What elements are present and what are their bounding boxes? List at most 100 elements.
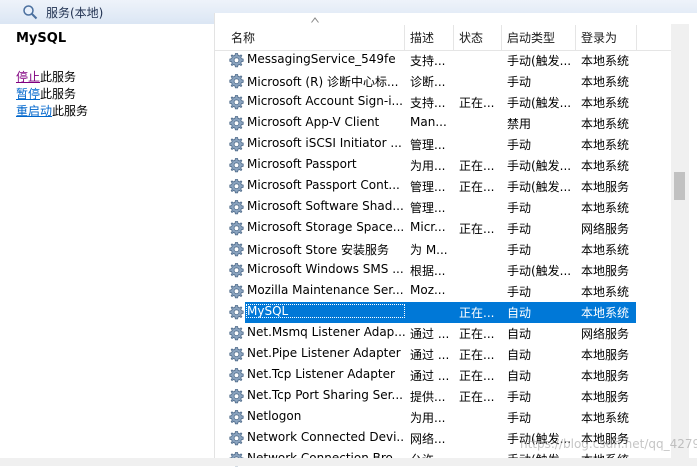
service-name: Microsoft Storage Space... (247, 220, 405, 234)
service-startup-type: 手动 (507, 222, 532, 236)
service-gear-icon (229, 263, 244, 278)
service-logon-as: 本地系统 (581, 96, 630, 110)
service-gear-icon (229, 326, 244, 341)
column-divider[interactable] (453, 25, 454, 50)
service-description: 通过 ... (410, 348, 450, 362)
service-logon-as: 本地系统 (581, 285, 630, 299)
service-description: 支持... (410, 96, 446, 110)
service-logon-as: 本地系统 (581, 138, 630, 152)
service-name: Net.Msmq Listener Adap... (247, 325, 405, 339)
service-logon-as: 本地服务 (581, 180, 630, 194)
service-logon-as: 本地系统 (581, 159, 630, 173)
service-description: 为用... (410, 411, 446, 425)
service-row[interactable]: Net.Tcp Port Sharing Ser... 提供... 正在... 手动 本… (215, 386, 672, 407)
service-gear-icon (229, 284, 244, 299)
service-logon-as: 网络服务 (581, 222, 630, 236)
stop-service-link[interactable]: 停止 (16, 70, 40, 84)
column-header-name[interactable]: 名称 (231, 29, 255, 46)
scrollbar-thumb[interactable] (674, 172, 685, 200)
service-description: 管理... (410, 201, 446, 215)
service-status: 正在... (459, 348, 495, 362)
service-name: Microsoft App-V Client (247, 115, 380, 129)
service-status: 正在... (459, 306, 495, 320)
service-row[interactable]: Mozilla Maintenance Ser... Moz... 手动 本地系统 (215, 281, 672, 302)
column-header-logon-as[interactable]: 登录为 (581, 29, 617, 46)
service-gear-icon (229, 368, 244, 383)
service-startup-type: 自动 (507, 306, 532, 320)
service-row[interactable]: Net.Pipe Listener Adapter 通过 ... 正在... 自动 本地… (215, 344, 672, 365)
column-divider[interactable] (636, 25, 637, 50)
column-header-row: 名称 描述 状态 启动类型 登录为 (215, 13, 672, 51)
service-name: Microsoft Passport (247, 157, 357, 171)
service-name: Microsoft Store 安装服务 (247, 243, 389, 257)
service-row[interactable]: Microsoft (R) 诊断中心标... 诊断... 手动 本地系统 (215, 71, 672, 92)
service-row[interactable]: Net.Msmq Listener Adap... 通过 ... 正在... 自动 网络… (215, 323, 672, 344)
service-startup-type: 手动(触发... (507, 96, 572, 110)
column-divider[interactable] (575, 25, 576, 50)
service-row[interactable]: MessagingService_549fe 支持... 手动(触发... 本地系统 (215, 50, 672, 71)
service-logon-as: 本地系统 (581, 75, 630, 89)
service-logon-as: 本地服务 (581, 390, 630, 404)
service-gear-icon (229, 53, 244, 68)
column-header-startup-type[interactable]: 启动类型 (507, 29, 555, 46)
column-divider[interactable] (404, 25, 405, 50)
service-row[interactable]: Microsoft Passport 为用... 正在... 手动(触发... 本地系统 (215, 155, 672, 176)
service-status: 正在... (459, 390, 495, 404)
service-name: Microsoft Software Shad... (247, 199, 404, 213)
service-row[interactable]: Microsoft iSCSI Initiator ... 管理... 手动 本地系统 (215, 134, 672, 155)
service-row[interactable]: Microsoft Passport Cont... 管理... 正在... 手动(触… (215, 176, 672, 197)
service-gear-icon (229, 116, 244, 131)
service-logon-as: 本地服务 (581, 348, 630, 362)
service-name: Net.Tcp Listener Adapter (247, 367, 395, 381)
restart-service-action: 重启动此服务 (16, 102, 88, 119)
service-name: Mozilla Maintenance Ser... (247, 283, 404, 297)
pause-service-link[interactable]: 暂停 (16, 87, 40, 101)
sort-ascending-icon (311, 17, 319, 23)
service-gear-icon (229, 347, 244, 362)
restart-service-link[interactable]: 重启动 (16, 104, 52, 118)
service-startup-type: 禁用 (507, 117, 532, 131)
service-logon-as: 本地系统 (581, 201, 630, 215)
service-row[interactable]: Net.Tcp Listener Adapter 通过 ... 正在... 自动 本地服… (215, 365, 672, 386)
pause-service-text: 此服务 (40, 87, 77, 101)
header-title: 服务(本地) (46, 6, 104, 20)
service-logon-as: 本地服务 (581, 264, 630, 278)
service-name: Microsoft Passport Cont... (247, 178, 400, 192)
service-name: Microsoft (R) 诊断中心标... (247, 75, 399, 89)
column-header-description[interactable]: 描述 (410, 29, 434, 46)
vertical-scrollbar[interactable] (671, 24, 689, 458)
service-row[interactable]: Microsoft Windows SMS ... 根据... 手动(触发... 本地… (215, 260, 672, 281)
service-startup-type: 手动 (507, 243, 532, 257)
service-gear-icon (229, 137, 244, 152)
service-logon-as: 本地服务 (581, 369, 630, 383)
service-status: 正在... (459, 180, 495, 194)
service-gear-icon (229, 158, 244, 173)
service-row[interactable]: Microsoft App-V Client Man... 禁用 本地系统 (215, 113, 672, 134)
column-header-status[interactable]: 状态 (459, 29, 483, 46)
service-startup-type: 手动 (507, 285, 532, 299)
service-name: Net.Tcp Port Sharing Ser... (247, 388, 403, 402)
service-row[interactable]: Microsoft Storage Space... Micr... 正在... 手动… (215, 218, 672, 239)
service-logon-as: 本地系统 (581, 306, 630, 320)
service-logon-as: 本地系统 (581, 54, 630, 68)
service-row[interactable]: Netlogon 为用... 手动 本地系统 (215, 407, 672, 428)
service-description: 诊断... (410, 75, 446, 89)
service-gear-icon (229, 200, 244, 215)
stop-service-action: 停止此服务 (16, 68, 76, 85)
horizontal-scrollbar[interactable] (0, 458, 697, 466)
service-startup-type: 手动 (507, 138, 532, 152)
service-logon-as: 本地系统 (581, 243, 630, 257)
service-row[interactable]: Microsoft Account Sign-i... 支持... 正在... 手动(… (215, 92, 672, 113)
service-startup-type: 手动(触发... (507, 264, 572, 278)
service-gear-icon (229, 389, 244, 404)
service-detail-pane: MySQL 停止此服务 暂停此服务 重启动此服务 (0, 24, 214, 466)
service-startup-type: 手动 (507, 411, 532, 425)
service-description: Man... (410, 115, 447, 129)
service-row[interactable]: Microsoft Store 安装服务 为 M... 手动 本地系统 (215, 239, 672, 260)
service-row[interactable]: MySQL 正在... 自动 本地系统 (215, 302, 672, 323)
service-name: Net.Pipe Listener Adapter (247, 346, 401, 360)
service-gear-icon (229, 221, 244, 236)
service-row[interactable]: Microsoft Software Shad... 管理... 手动 本地系统 (215, 197, 672, 218)
service-logon-as: 网络服务 (581, 327, 630, 341)
column-divider[interactable] (501, 25, 502, 50)
